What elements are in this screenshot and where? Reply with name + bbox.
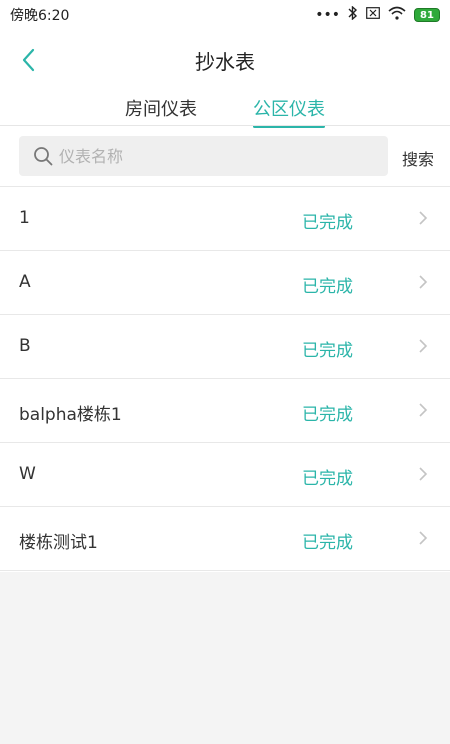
search-input[interactable] [59,146,359,166]
meter-name: W [19,464,36,484]
meter-name: balpha楼栋1 [19,405,122,425]
chevron-right-icon [419,403,428,417]
list-item[interactable]: 楼栋测试1 已完成 [0,507,450,571]
list-item[interactable]: balpha楼栋1 已完成 [0,379,450,443]
battery-icon: 81 [414,8,440,22]
wifi-icon [388,6,406,24]
status-label: 已完成 [302,341,353,361]
status-time: 傍晚6:20 [10,8,70,24]
sim-off-icon [366,7,380,23]
list-item[interactable]: B 已完成 [0,315,450,379]
status-label: 已完成 [302,533,353,553]
list-item[interactable]: 1 已完成 [0,187,450,251]
back-button[interactable] [10,42,46,78]
meter-name: 1 [19,208,30,228]
chevron-right-icon [419,339,428,353]
status-label: 已完成 [302,213,353,233]
meter-list: 1 已完成 A 已完成 B 已完成 balpha楼栋1 已完成 W 已完成 楼栋… [0,186,450,571]
page-title: 抄水表 [195,49,255,74]
tabs-divider [0,125,450,126]
meter-name: B [19,336,31,356]
title-bar: 抄水表 [0,36,450,84]
tab-bar: 房间仪表 公区仪表 [0,90,450,128]
chevron-right-icon [419,467,428,481]
tab-room-meters[interactable]: 房间仪表 [125,90,197,126]
chevron-right-icon [419,211,428,225]
meter-name: 楼栋测试1 [19,533,98,553]
bluetooth-icon [348,5,358,24]
search-icon [34,147,53,166]
status-label: 已完成 [302,469,353,489]
meter-name: A [19,272,31,292]
search-row: 搜索 [0,134,450,178]
list-item[interactable]: W 已完成 [0,443,450,507]
chevron-right-icon [419,531,428,545]
search-button[interactable]: 搜索 [402,146,434,170]
tab-public-meters[interactable]: 公区仪表 [253,90,325,128]
list-item[interactable]: A 已完成 [0,251,450,315]
chevron-right-icon [419,275,428,289]
status-icons: ••• 81 [315,5,440,24]
status-bar: 傍晚6:20 ••• 81 [0,0,450,30]
search-box[interactable] [19,136,388,176]
status-label: 已完成 [302,405,353,425]
chevron-left-icon [22,48,35,72]
status-label: 已完成 [302,277,353,297]
dots-icon: ••• [315,7,340,23]
